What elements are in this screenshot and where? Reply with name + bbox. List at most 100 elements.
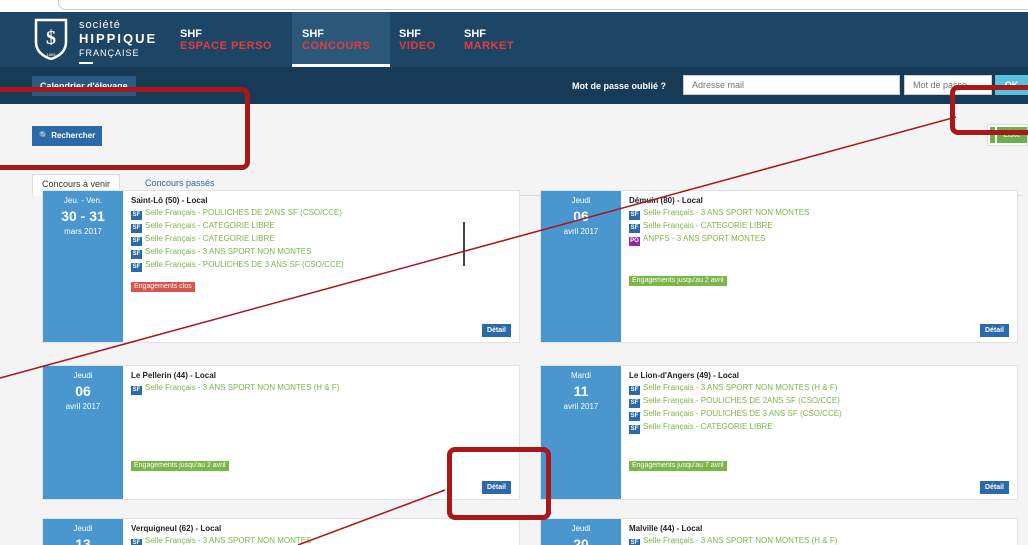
card-date: Mardi 11 avril 2017	[541, 366, 621, 499]
card-title: Le Pellerin (44) - Local	[131, 371, 216, 380]
race-text: Selle Français - POULICHES DE 2ANS SF (C…	[145, 208, 342, 217]
status-badge: Engagements jusqu'au 7 avril	[629, 461, 727, 471]
race-text: Selle Français - CATEGORIE LIBRE	[145, 221, 275, 230]
card-day: 06	[573, 208, 589, 224]
nav-tab-concours[interactable]: SHF CONCOURS	[292, 12, 390, 67]
card-date: Jeudi 20	[541, 519, 621, 545]
nav-tab-bottom-label: MARKET	[464, 40, 515, 52]
race-tag: SF	[131, 263, 142, 272]
card-body: Le Lion-d'Angers (49) - Local SF Selle Fr…	[629, 371, 1009, 494]
race-item[interactable]: SF Selle Français - CATEGORIE LIBRE	[629, 422, 1009, 434]
card-day-of-week: Mardi	[570, 371, 591, 380]
site-header: $ 1865 société HIPPIQUE FRANÇAISE SHF ES…	[0, 12, 1028, 67]
card-body: Saint-Lô (50) - Local SF Selle Français -…	[131, 196, 511, 337]
email-input[interactable]	[683, 75, 900, 95]
card-day-of-week: Jeudi	[73, 524, 93, 533]
concours-card-malville: Jeudi 20 Malville (44) - Local SF Selle F…	[540, 518, 1018, 545]
race-tag: SF	[131, 250, 142, 259]
nav-tab-video[interactable]: SHF VIDEO	[389, 12, 446, 67]
card-day-of-week: Jeu. - Ven.	[63, 196, 103, 205]
card-day: 11	[573, 383, 589, 399]
concours-card-demuin: Jeudi 06 avril 2017 Démuin (80) - Local …	[540, 190, 1018, 343]
race-item[interactable]: SF Selle Français - 3 ANS SPORT NON MONTE…	[131, 536, 511, 545]
nav-tab-top-label: SHF	[302, 28, 324, 40]
forgot-password-link[interactable]: Mot de passe oublié ?	[572, 81, 666, 91]
shf-logo[interactable]: $ 1865 société HIPPIQUE FRANÇAISE	[33, 18, 193, 66]
race-item[interactable]: SF Selle Français - POULICHES DE 3 ANS SF…	[629, 409, 1009, 421]
nav-tab-bottom-label: ESPACE PERSO	[180, 40, 272, 52]
card-day-of-week: Jeudi	[73, 371, 93, 380]
card-day-of-week: Jeudi	[571, 196, 591, 205]
race-tag: SF	[131, 224, 142, 233]
race-tag: PO	[629, 237, 640, 246]
status-badge: Engagements jusqu'au 2 avril	[131, 461, 229, 471]
race-text: Selle Français - POULICHES DE 2ANS SF (C…	[643, 396, 840, 405]
card-day-of-week: Jeudi	[571, 524, 591, 533]
race-item[interactable]: SF Selle Français - 3 ANS SPORT NON MONTE…	[131, 247, 511, 259]
detail-button[interactable]: Détail	[979, 481, 1009, 494]
card-date: Jeu. - Ven. 30 - 31 mars 2017	[43, 191, 123, 342]
race-item[interactable]: SF Selle Français - POULICHES DE 3 ANS SF…	[131, 260, 511, 272]
browser-top-strip	[0, 0, 1028, 12]
logo-text-societe: société	[79, 19, 121, 31]
race-item[interactable]: SF Selle Français - 3 ANS SPORT NON MONTE…	[629, 383, 1009, 395]
race-text: Selle Français - 3 ANS SPORT NON MONTES …	[643, 383, 838, 392]
race-item[interactable]: SF Selle Français - 3 ANS SPORT NON MONTE…	[629, 208, 1009, 220]
card-month: avril 2017	[563, 402, 599, 411]
card-day: 13	[75, 536, 91, 545]
status-badge: Engagements jusqu'au 2 avril	[629, 276, 727, 286]
race-text: Selle Français - 3 ANS SPORT NON MONTES	[643, 208, 810, 217]
card-title: Verquigneul (62) - Local	[131, 524, 222, 533]
nav-tab-top-label: SHF	[180, 28, 202, 40]
card-title: Le Lion-d'Angers (49) - Local	[629, 371, 739, 380]
race-tag: SF	[629, 425, 640, 434]
logo-underline	[79, 62, 93, 64]
card-scrollbar[interactable]	[463, 222, 465, 266]
detail-button[interactable]: Détail	[979, 324, 1009, 337]
card-day: 30 - 31	[61, 208, 105, 224]
race-item[interactable]: SF Selle Français - CATEGORIE LIBRE	[131, 221, 511, 233]
annotation-box-detail	[447, 447, 551, 520]
nav-tab-espace-perso[interactable]: SHF ESPACE PERSO	[170, 12, 282, 67]
race-text: Selle Français - POULICHES DE 3 ANS SF (…	[145, 260, 344, 269]
concours-card-le-lion-dangers: Mardi 11 avril 2017 Le Lion-d'Angers (49…	[540, 365, 1018, 500]
nav-tab-bottom-label: VIDEO	[399, 40, 436, 52]
card-body: Démuin (80) - Local SF Selle Français - 3…	[629, 196, 1009, 337]
concours-card-saint-lo: Jeu. - Ven. 30 - 31 mars 2017 Saint-Lô (…	[42, 190, 520, 343]
race-tag: SF	[131, 386, 142, 395]
race-tag: SF	[629, 386, 640, 395]
card-day: 06	[75, 383, 91, 399]
card-day: 20	[573, 536, 589, 545]
card-title: Démuin (80) - Local	[629, 196, 703, 205]
race-tag: SF	[629, 211, 640, 220]
race-text: Selle Français - CATEGORIE LIBRE	[643, 422, 773, 431]
card-body: Malville (44) - Local SF Selle Français -…	[629, 524, 1009, 545]
status-badge: Engagements clos	[131, 282, 195, 292]
race-text: Selle Français - 3 ANS SPORT NON MONTES …	[643, 536, 838, 545]
race-tag: SF	[131, 539, 142, 545]
race-item[interactable]: SF Selle Français - 3 ANS SPORT NON MONTE…	[629, 536, 1009, 545]
race-tag: SF	[131, 237, 142, 246]
address-bar-edge	[58, 0, 1028, 10]
race-item[interactable]: SF Selle Français - POULICHES DE 2ANS SF …	[629, 396, 1009, 408]
race-text: ANPFS - 3 ANS SPORT MONTES	[643, 234, 766, 243]
card-month: mars 2017	[64, 227, 102, 236]
race-item[interactable]: SF Selle Français - POULICHES DE 2ANS SF …	[131, 208, 511, 220]
race-item[interactable]: SF Selle Français - CATEGORIE LIBRE	[131, 234, 511, 246]
card-date: Jeudi 13	[43, 519, 123, 545]
race-text: Selle Français - 3 ANS SPORT NON MONTES	[145, 536, 312, 545]
annotation-box-search	[0, 87, 250, 170]
race-item[interactable]: SF Selle Français - CATEGORIE LIBRE	[629, 221, 1009, 233]
race-item[interactable]: SF Selle Français - 3 ANS SPORT NON MONTE…	[131, 383, 511, 395]
nav-tab-market[interactable]: SHF MARKET	[454, 12, 524, 67]
card-month: avril 2017	[65, 402, 101, 411]
card-date: Jeudi 06 avril 2017	[43, 366, 123, 499]
race-text: Selle Français - POULICHES DE 3 ANS SF (…	[643, 409, 842, 418]
card-title: Malville (44) - Local	[629, 524, 703, 533]
detail-button[interactable]: Détail	[481, 324, 511, 337]
race-text: Selle Français - 3 ANS SPORT NON MONTES	[145, 247, 312, 256]
concours-card-verquigneul: Jeudi 13 Verquigneul (62) - Local SF Sell…	[42, 518, 520, 545]
race-item[interactable]: PO ANPFS - 3 ANS SPORT MONTES	[629, 234, 1009, 246]
nav-tab-bottom-label: CONCOURS	[302, 40, 371, 52]
race-tag: SF	[629, 399, 640, 408]
